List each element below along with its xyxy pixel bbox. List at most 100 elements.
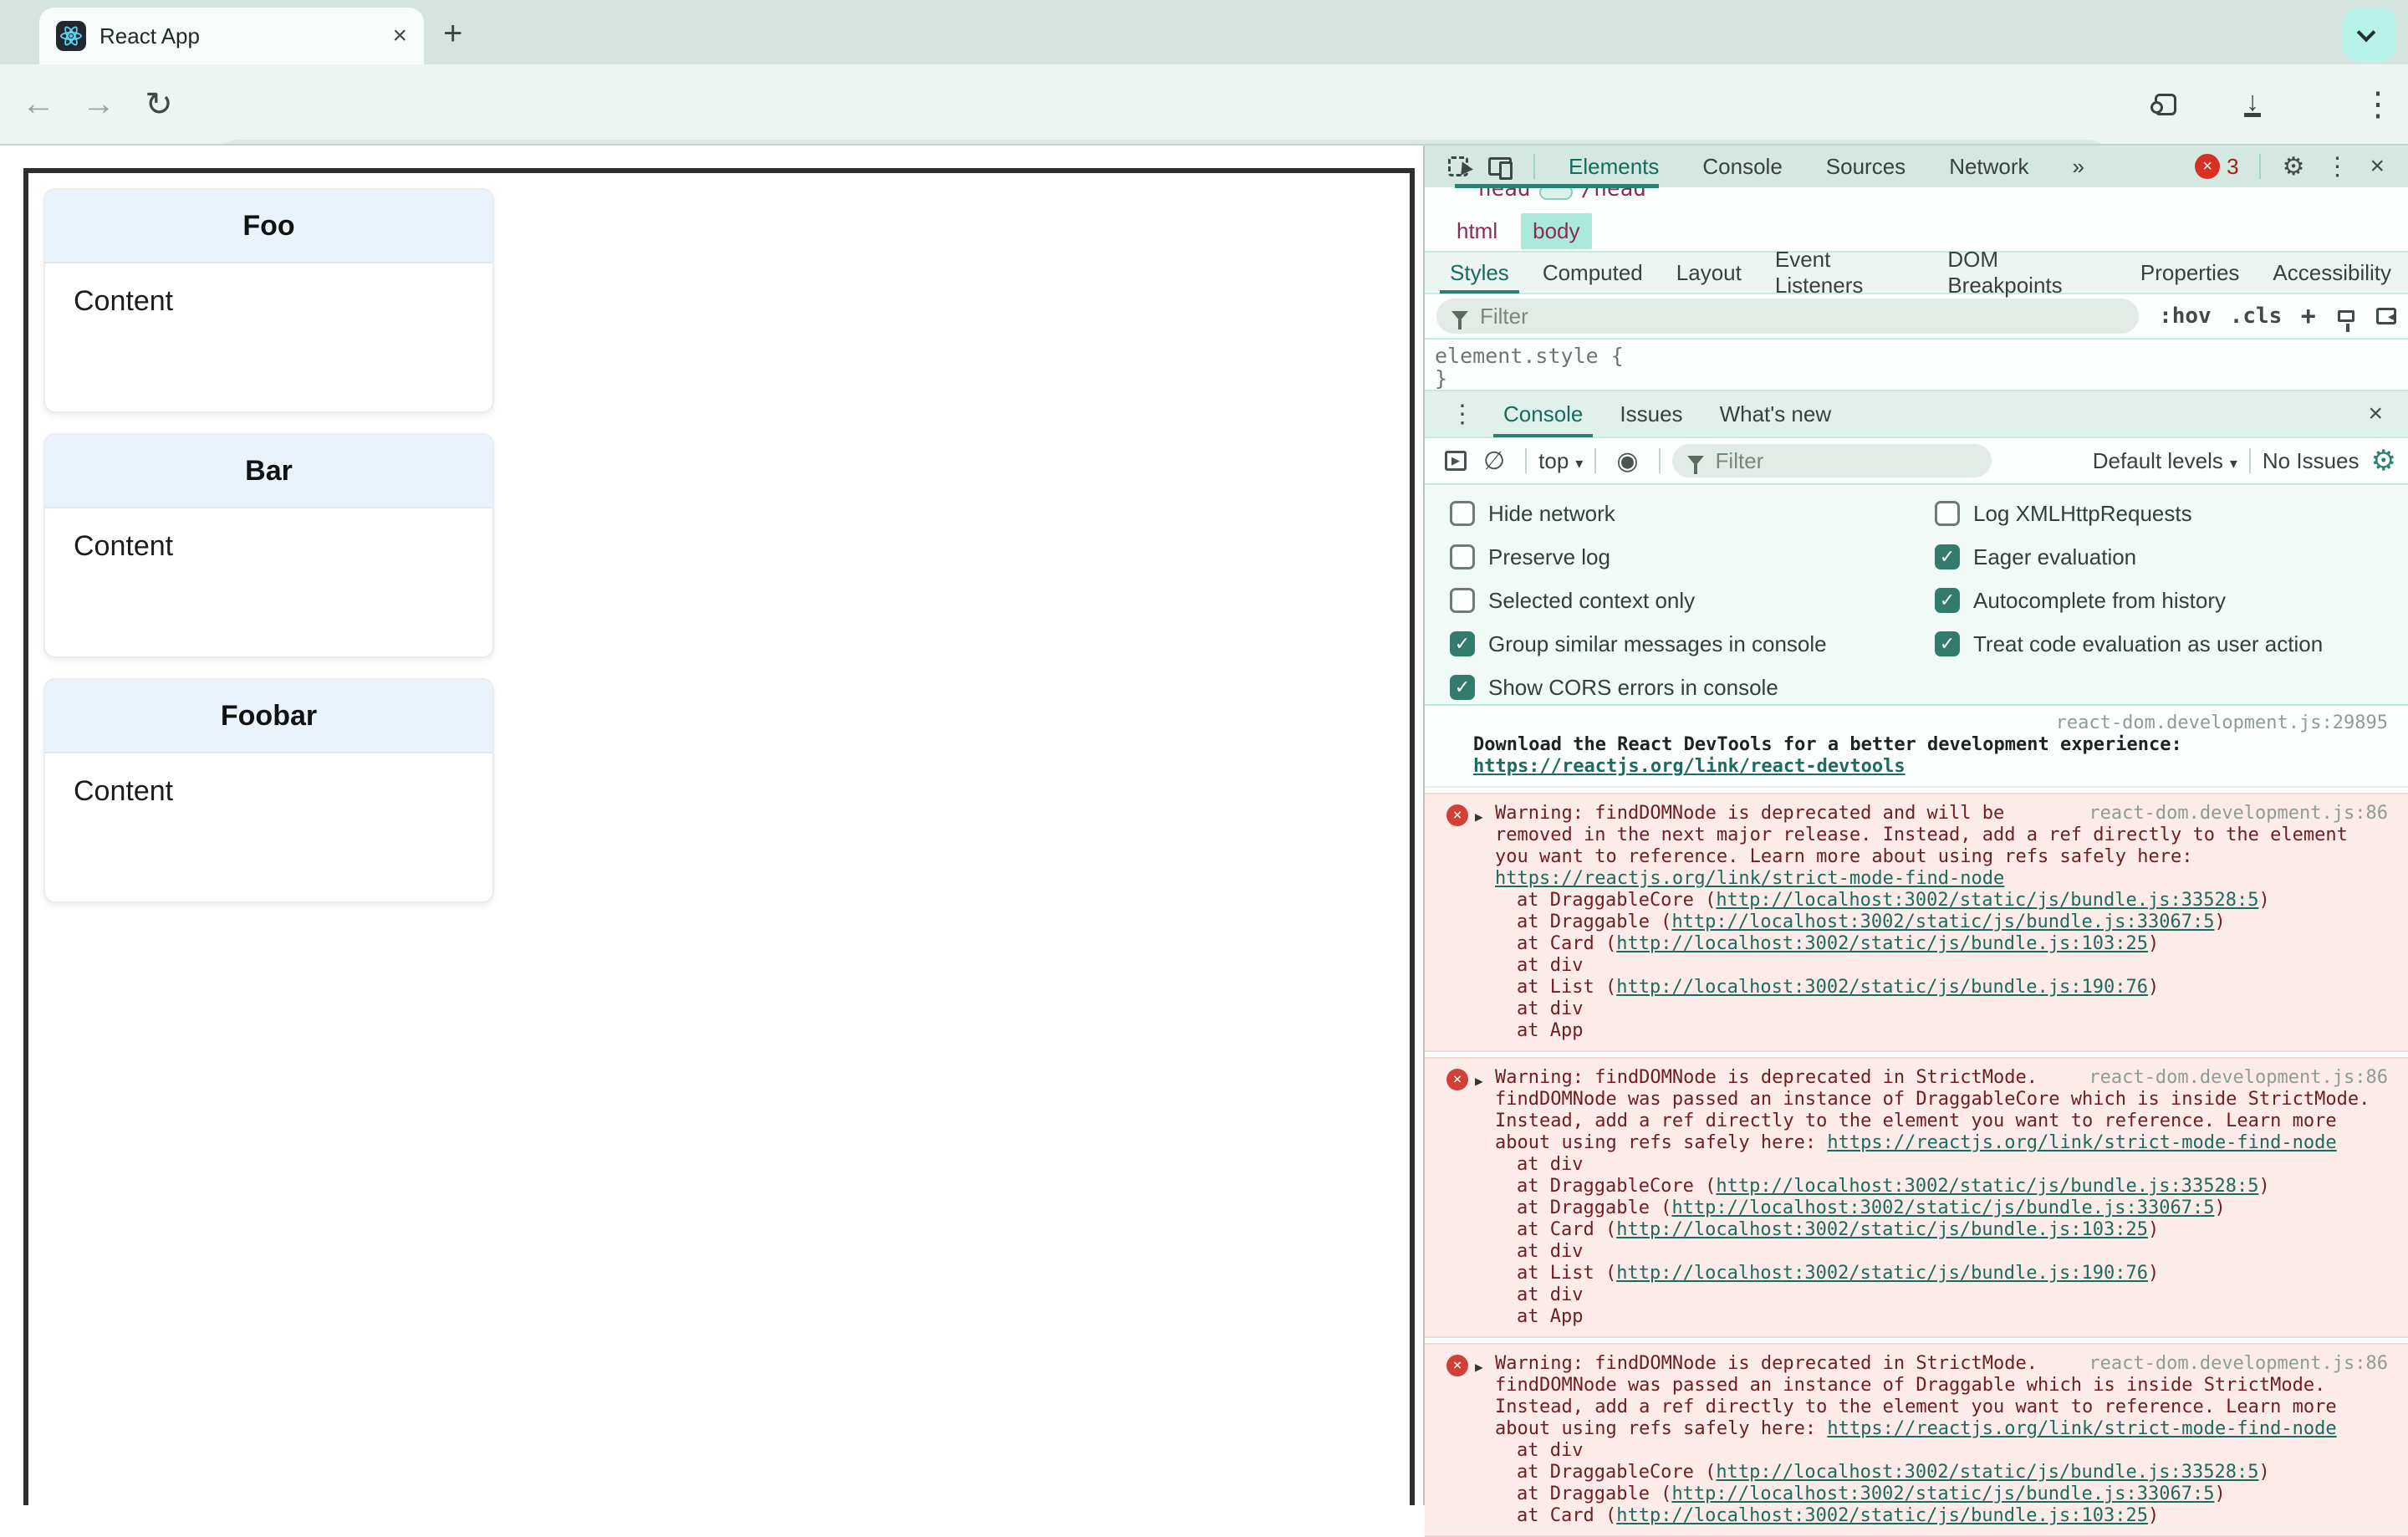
strict-mode-link[interactable]: https://reactjs.org/link/strict-mode-fin… <box>1827 1132 2336 1153</box>
checkbox[interactable]: ✓ <box>1450 631 1475 656</box>
styles-tab[interactable]: Styles <box>1433 252 1526 294</box>
new-tab-button[interactable]: + <box>443 15 462 53</box>
console-setting[interactable]: ✓ Eager evaluation <box>1935 535 2323 579</box>
bundle-link[interactable]: http://localhost:3002/static/js/bundle.j… <box>1716 890 2258 911</box>
console-setting[interactable]: Selected context only <box>1450 579 1827 622</box>
error-count[interactable]: 3 <box>2227 154 2238 180</box>
devtools-close-icon[interactable]: × <box>2360 152 2395 181</box>
inspect-element-icon[interactable] <box>1448 156 1468 176</box>
styles-tab[interactable]: Computed <box>1526 252 1660 294</box>
breadcrumb-html[interactable]: html <box>1445 213 1509 249</box>
devtools-tab[interactable]: Sources <box>1804 146 1927 187</box>
checkbox[interactable]: ✓ <box>1450 675 1475 700</box>
bundle-link[interactable]: http://localhost:3002/static/js/bundle.j… <box>1671 1483 2214 1504</box>
console-sidebar-icon[interactable]: ▶ <box>1445 451 1467 471</box>
styles-tab[interactable]: Event Listeners <box>1758 247 1931 298</box>
issues-counter[interactable]: No Issues <box>2263 448 2360 474</box>
forward-button[interactable]: → <box>72 64 125 144</box>
console-setting[interactable]: ✓ Group similar messages in console <box>1450 622 1827 666</box>
downloads-icon[interactable]: ↓ <box>2226 64 2279 144</box>
tab-search-chevron-button[interactable] <box>2343 8 2396 61</box>
console-settings-gear-icon[interactable]: ⚙ <box>2371 444 2396 477</box>
device-toolbar-icon[interactable] <box>1488 157 1513 180</box>
bundle-link[interactable]: http://localhost:3002/static/js/bundle.j… <box>1616 1505 2148 1526</box>
strict-mode-link[interactable]: https://reactjs.org/link/strict-mode-fin… <box>1827 1418 2336 1439</box>
react-devtools-link[interactable]: https://reactjs.org/link/react-devtools <box>1473 756 2388 778</box>
extensions-icon[interactable] <box>2139 64 2192 144</box>
live-expression-eye-icon[interactable]: ◉ <box>1616 447 1638 476</box>
dom-tag-head[interactable]: head <box>1478 187 1531 202</box>
console-setting[interactable]: ✓ Autocomplete from history <box>1935 579 2323 622</box>
expand-triangle-icon[interactable]: ▶ <box>1475 1070 1483 1092</box>
checkbox[interactable]: ✓ <box>1935 544 1960 569</box>
styles-tab[interactable]: Accessibility <box>2256 252 2408 294</box>
dom-tree-clipped-row[interactable]: head /head <box>1425 187 2408 211</box>
devtools-menu-icon[interactable]: ⋮ <box>2314 152 2360 181</box>
devtools-settings-gear-icon[interactable]: ⚙ <box>2273 152 2315 181</box>
styles-tab[interactable]: Properties <box>2124 252 2257 294</box>
styles-tab[interactable]: DOM Breakpoints <box>1931 247 2124 298</box>
message-source-link[interactable]: react-dom.development.js:86 <box>2089 1353 2388 1375</box>
hover-state-button[interactable]: :hov <box>2159 304 2212 329</box>
console-setting[interactable]: ✓ Treat code evaluation as user action <box>1935 622 2323 666</box>
breadcrumb-body[interactable]: body <box>1521 212 1592 249</box>
devtools-tab[interactable]: Console <box>1681 146 1803 187</box>
browser-menu-icon[interactable]: ⋮ <box>2351 64 2405 144</box>
back-button[interactable]: ← <box>12 64 65 144</box>
styles-filter-input[interactable]: Filter <box>1436 299 2139 334</box>
context-selector[interactable]: top ▾ <box>1538 448 1583 474</box>
drawer-close-icon[interactable]: × <box>2358 400 2393 428</box>
draggable-card[interactable]: Foo Content <box>43 188 494 413</box>
console-setting[interactable]: Log XMLHttpRequests <box>1935 492 2323 535</box>
bundle-link[interactable]: http://localhost:3002/static/js/bundle.j… <box>1671 1197 2214 1218</box>
checkbox[interactable] <box>1935 501 1960 526</box>
checkbox[interactable]: ✓ <box>1935 588 1960 613</box>
bundle-link[interactable]: http://localhost:3002/static/js/bundle.j… <box>1616 1219 2148 1240</box>
log-levels-dropdown[interactable]: Default levels ▾ <box>2093 448 2237 474</box>
dom-tag-head-close[interactable]: /head <box>1581 187 1646 202</box>
drawer-tab[interactable]: Issues <box>1601 391 1701 437</box>
checkbox[interactable] <box>1450 544 1475 569</box>
browser-tab[interactable]: React App × <box>39 8 424 64</box>
console-setting[interactable]: ✓ Show CORS errors in console <box>1450 666 1827 709</box>
error-badge-icon[interactable]: × <box>2195 154 2221 179</box>
rendering-brush-icon[interactable] <box>2338 310 2354 332</box>
drawer-tab[interactable]: What's new <box>1701 391 1850 437</box>
message-source-link[interactable]: react-dom.development.js:86 <box>2089 1067 2388 1089</box>
bundle-link[interactable]: http://localhost:3002/static/js/bundle.j… <box>1616 977 2148 998</box>
class-toggle-button[interactable]: .cls <box>2230 304 2283 329</box>
bundle-link[interactable]: http://localhost:3002/static/js/bundle.j… <box>1716 1462 2258 1483</box>
expand-triangle-icon[interactable]: ▶ <box>1475 1356 1483 1378</box>
bundle-link[interactable]: http://localhost:3002/static/js/bundle.j… <box>1616 1263 2148 1284</box>
bundle-link[interactable]: http://localhost:3002/static/js/bundle.j… <box>1616 933 2148 954</box>
checkbox[interactable]: ✓ <box>1935 631 1960 656</box>
console-setting[interactable]: Preserve log <box>1450 535 1827 579</box>
bundle-link[interactable]: http://localhost:3002/static/js/bundle.j… <box>1671 911 2214 932</box>
expand-triangle-icon[interactable]: ▶ <box>1475 806 1483 828</box>
draggable-card[interactable]: Foobar Content <box>43 678 494 903</box>
devtools-tab[interactable]: Network <box>1927 146 2050 187</box>
new-style-rule-icon[interactable]: + <box>2300 301 2316 332</box>
styles-tab[interactable]: Layout <box>1660 252 1758 294</box>
drawer-tab[interactable]: Console <box>1485 391 1601 437</box>
card-title[interactable]: Foo <box>45 190 492 263</box>
devtools-tab[interactable]: Elements <box>1547 146 1681 187</box>
checkbox[interactable] <box>1450 588 1475 613</box>
clear-console-icon[interactable]: ∅ <box>1483 447 1505 476</box>
message-source-link[interactable]: react-dom.development.js:86 <box>2089 803 2388 825</box>
card-title[interactable]: Bar <box>45 435 492 508</box>
drawer-menu-icon[interactable]: ⋮ <box>1440 400 1485 429</box>
bundle-link[interactable]: http://localhost:3002/static/js/bundle.j… <box>1716 1176 2258 1197</box>
strict-mode-link[interactable]: https://reactjs.org/link/strict-mode-fin… <box>1495 868 2388 890</box>
dom-ellipsis-icon[interactable] <box>1538 187 1573 200</box>
more-tabs-icon[interactable]: » <box>2051 146 2106 187</box>
checkbox[interactable] <box>1450 501 1475 526</box>
close-tab-icon[interactable]: × <box>392 23 407 49</box>
console-setting[interactable]: Hide network <box>1450 492 1827 535</box>
card-title[interactable]: Foobar <box>45 680 492 753</box>
element-style-block[interactable]: element.style { } <box>1425 340 2408 391</box>
reload-button[interactable]: ↻ <box>132 64 186 144</box>
draggable-card[interactable]: Bar Content <box>43 433 494 658</box>
sidebar-toggle-icon[interactable]: ◂ <box>2376 308 2396 324</box>
message-source-link[interactable]: react-dom.development.js:29895 <box>1473 712 2388 734</box>
